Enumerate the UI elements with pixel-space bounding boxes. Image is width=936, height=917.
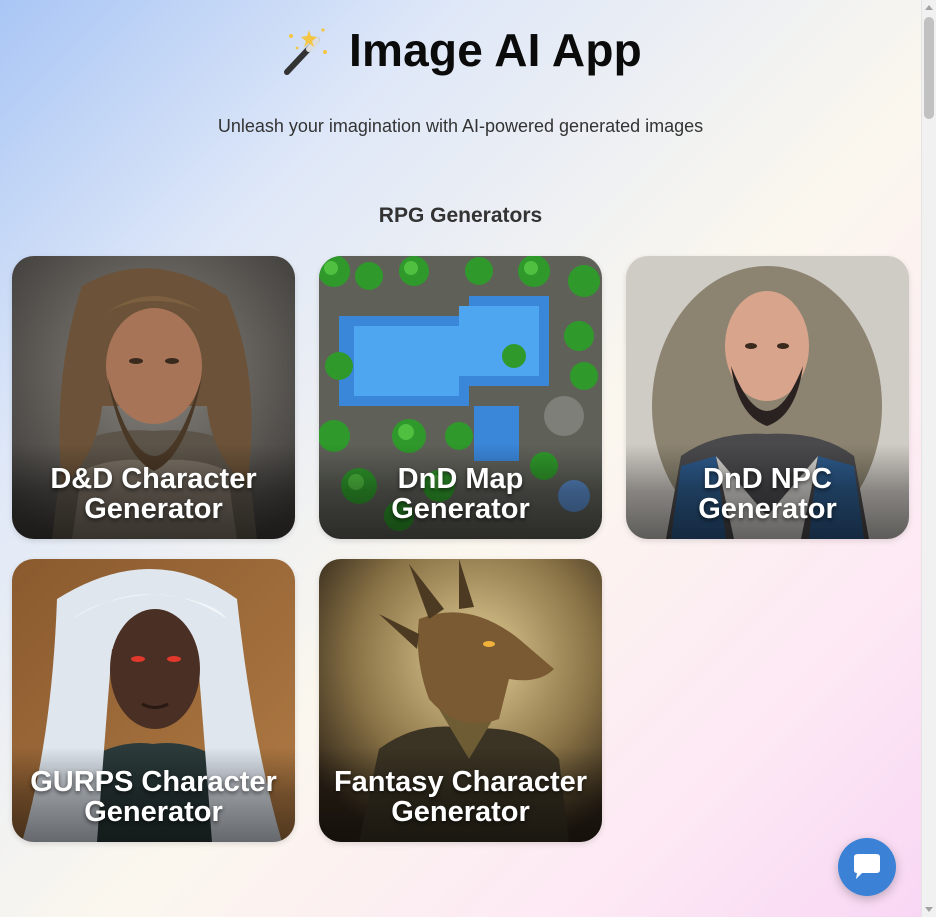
vertical-scrollbar[interactable]	[921, 0, 936, 917]
section-title: RPG Generators	[378, 204, 543, 227]
chat-bubble-icon	[854, 854, 880, 879]
chat-button[interactable]	[838, 838, 896, 896]
card-label: D&D Character Generator	[50, 463, 257, 525]
scrollbar-thumb[interactable]	[924, 17, 934, 119]
card-dnd-npc-generator[interactable]: DnD NPC Generator	[626, 256, 909, 539]
card-label: GURPS Character Generator	[30, 766, 277, 828]
card-dnd-character-generator[interactable]: D&D Character Generator	[12, 256, 295, 539]
card-label: DnD NPC Generator	[698, 463, 837, 525]
card-gurps-character-generator[interactable]: GURPS Character Generator	[12, 559, 295, 842]
card-label: Fantasy Character Generator	[333, 766, 588, 828]
scroll-down-arrow-icon[interactable]	[925, 907, 933, 912]
card-fantasy-character-generator[interactable]: Fantasy Character Generator	[319, 559, 602, 842]
magic-wand-icon	[284, 28, 328, 75]
app-title: Image AI App	[349, 24, 642, 76]
app-subtitle: Unleash your imagination with AI-powered…	[217, 116, 704, 136]
scroll-up-arrow-icon[interactable]	[925, 5, 933, 10]
app-header: Image AI App	[0, 22, 921, 78]
card-dnd-map-generator[interactable]: DnD Map Generator	[319, 256, 602, 539]
card-label: DnD Map Generator	[391, 463, 530, 525]
page: Image AI App Unleash your imagination wi…	[0, 0, 921, 917]
